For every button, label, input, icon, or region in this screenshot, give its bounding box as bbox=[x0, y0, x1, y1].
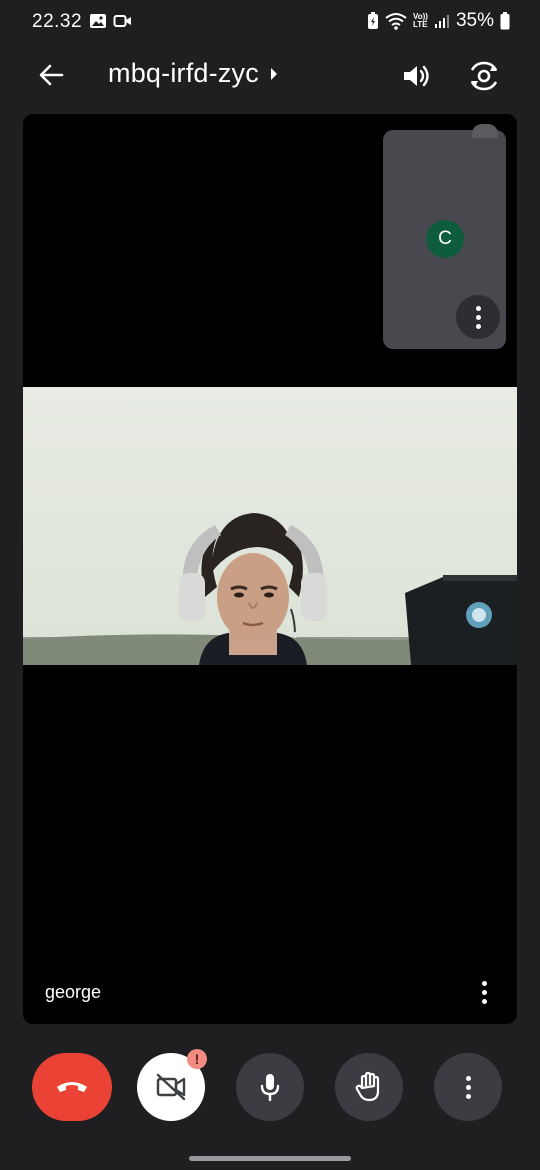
speaker-icon bbox=[404, 65, 429, 87]
video-recording-icon bbox=[113, 15, 131, 27]
speaker-button[interactable] bbox=[398, 58, 434, 94]
end-call-button[interactable] bbox=[32, 1053, 112, 1121]
chevron-right-icon bbox=[270, 67, 277, 80]
volte-indicator: Vo)) LTE bbox=[413, 13, 428, 29]
back-arrow-icon bbox=[39, 64, 64, 86]
mic-icon bbox=[260, 1074, 280, 1102]
gallery-icon bbox=[90, 14, 106, 28]
tile-more-options-button[interactable] bbox=[469, 974, 499, 1010]
battery-saver-icon bbox=[368, 12, 378, 29]
self-view-tile[interactable]: C bbox=[383, 124, 506, 349]
camera-warning-badge: ! bbox=[187, 1049, 207, 1069]
camera-toggle-button[interactable]: ! bbox=[137, 1049, 207, 1121]
raise-hand-button[interactable] bbox=[335, 1053, 403, 1121]
switch-camera-button[interactable] bbox=[466, 58, 502, 94]
signal-icon bbox=[434, 15, 449, 28]
status-bar: 22.32 Vo)) LTE 35% bbox=[0, 0, 540, 44]
self-view-more-options-button[interactable] bbox=[456, 295, 500, 339]
participant-video-feed bbox=[23, 387, 517, 665]
microphone-toggle-button[interactable] bbox=[236, 1053, 304, 1121]
self-avatar: C bbox=[426, 220, 464, 258]
camera-off-icon bbox=[156, 1073, 186, 1101]
raise-hand-icon bbox=[355, 1071, 380, 1102]
wifi-icon bbox=[385, 13, 407, 30]
battery-icon bbox=[500, 12, 510, 30]
hangup-icon bbox=[57, 1082, 87, 1092]
more-vert-icon bbox=[481, 980, 487, 1004]
battery-percent: 35% bbox=[455, 10, 494, 31]
call-controls: ! bbox=[0, 1049, 540, 1123]
meeting-code: mbq-irfd-zyc bbox=[108, 58, 259, 88]
top-bar: mbq-irfd-zyc bbox=[0, 44, 540, 106]
meeting-title-button[interactable]: mbq-irfd-zyc bbox=[108, 58, 279, 89]
self-view-handle bbox=[472, 124, 498, 138]
home-indicator[interactable] bbox=[189, 1156, 351, 1161]
participant-name: george bbox=[45, 982, 102, 1002]
switch-camera-icon bbox=[470, 61, 498, 91]
more-options-button[interactable] bbox=[434, 1053, 502, 1121]
status-time: 22.32 bbox=[32, 11, 83, 32]
back-button[interactable] bbox=[34, 58, 68, 92]
more-vert-icon bbox=[475, 305, 481, 329]
more-vert-icon bbox=[465, 1075, 471, 1099]
status-right-icons: Vo)) LTE 35% bbox=[367, 10, 510, 32]
video-frame bbox=[23, 387, 517, 665]
volte-label-bottom: LTE bbox=[413, 20, 428, 29]
status-left-icons bbox=[89, 13, 133, 29]
